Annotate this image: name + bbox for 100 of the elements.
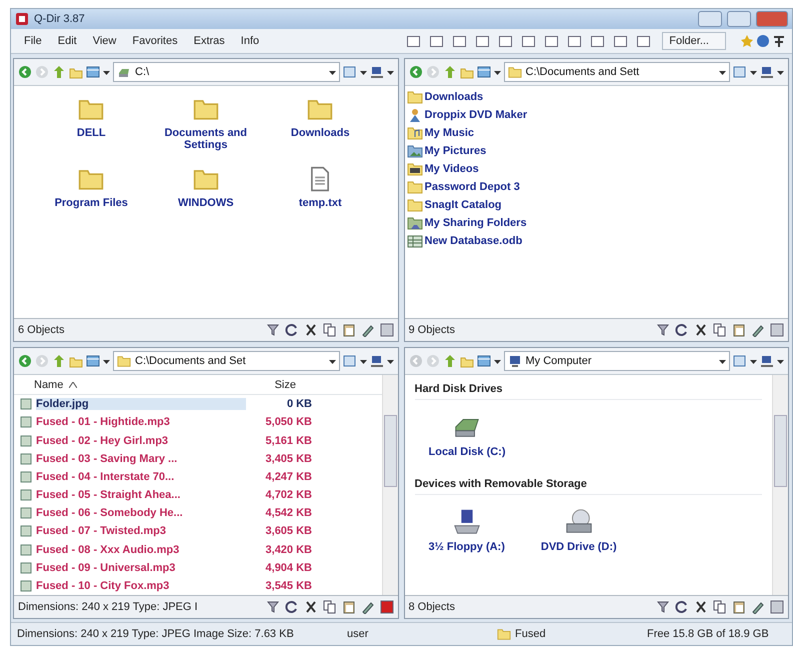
refresh-icon[interactable] xyxy=(284,600,298,614)
copy-icon[interactable] xyxy=(713,323,727,337)
pane-indicator-icon[interactable] xyxy=(770,600,784,614)
layout-icon[interactable] xyxy=(733,354,747,368)
back-icon[interactable] xyxy=(408,65,422,79)
layout-icon[interactable] xyxy=(591,36,604,46)
refresh-icon[interactable] xyxy=(284,323,298,337)
column-header[interactable]: Name xyxy=(34,378,64,391)
view-icon[interactable] xyxy=(476,354,490,368)
filter-icon[interactable] xyxy=(656,323,670,337)
file-name[interactable]: Fused - 04 - Interstate 70... xyxy=(36,470,246,483)
layout-icon[interactable] xyxy=(453,36,466,46)
menu-item[interactable]: Info xyxy=(234,33,266,49)
copy-icon[interactable] xyxy=(713,600,727,614)
properties-icon[interactable] xyxy=(360,600,374,614)
address-field[interactable]: C:\ xyxy=(113,62,340,82)
file-name[interactable]: Fused - 08 - Xxx Audio.mp3 xyxy=(36,544,246,556)
scrollbar[interactable] xyxy=(382,375,398,595)
paste-icon[interactable] xyxy=(732,323,746,337)
file-name[interactable]: My Sharing Folders xyxy=(424,217,527,229)
file-name[interactable]: Downloads xyxy=(290,127,350,139)
drive-name[interactable]: DVD Drive (D:) xyxy=(540,541,617,553)
filter-icon[interactable] xyxy=(266,323,280,337)
file-name[interactable]: DELL xyxy=(76,127,106,139)
file-name[interactable]: Password Depot 3 xyxy=(424,181,520,193)
drive-name[interactable]: Local Disk (C:) xyxy=(428,446,506,458)
cut-icon[interactable] xyxy=(694,323,708,337)
cut-icon[interactable] xyxy=(304,600,318,614)
back-icon[interactable] xyxy=(18,65,32,79)
file-name[interactable]: Documents and Settings xyxy=(148,127,263,151)
file-name[interactable]: New Database.odb xyxy=(424,235,522,247)
view-icon[interactable] xyxy=(86,354,100,368)
pane-indicator-icon[interactable] xyxy=(380,600,394,614)
layout-icon[interactable] xyxy=(342,354,356,368)
properties-icon[interactable] xyxy=(751,323,765,337)
cut-icon[interactable] xyxy=(304,323,318,337)
file-name[interactable]: Fused - 07 - Twisted.mp3 xyxy=(36,525,246,538)
file-name[interactable]: Fused - 03 - Saving Mary ... xyxy=(36,452,246,465)
folder-dropdown[interactable]: Folder... xyxy=(662,32,726,50)
filter-icon[interactable] xyxy=(266,600,280,614)
layout-icon[interactable] xyxy=(568,36,582,46)
file-name[interactable]: Downloads xyxy=(424,91,484,103)
menu-item[interactable]: Favorites xyxy=(125,33,185,49)
layout-icon[interactable] xyxy=(342,65,356,79)
paste-icon[interactable] xyxy=(342,323,356,337)
address-field[interactable]: C:\Documents and Set xyxy=(113,351,340,371)
address-field[interactable]: C:\Documents and Sett xyxy=(504,62,730,82)
layout-icon[interactable] xyxy=(407,36,420,46)
address-field[interactable]: My Computer xyxy=(504,351,730,371)
star-icon[interactable] xyxy=(740,34,754,48)
maximize-button[interactable] xyxy=(727,11,751,27)
file-name[interactable]: My Pictures xyxy=(424,145,486,157)
file-name[interactable]: SnagIt Catalog xyxy=(424,199,502,211)
file-name[interactable]: Droppix DVD Maker xyxy=(424,109,528,121)
paste-icon[interactable] xyxy=(732,600,746,614)
menu-item[interactable]: Extras xyxy=(186,33,232,49)
network-icon[interactable] xyxy=(370,354,384,368)
refresh-icon[interactable] xyxy=(675,323,689,337)
scrollbar[interactable] xyxy=(772,375,788,595)
file-name[interactable]: Fused - 10 - City Fox.mp3 xyxy=(36,580,246,592)
menu-item[interactable]: File xyxy=(17,33,49,49)
layout-icon[interactable] xyxy=(430,36,444,46)
network-icon[interactable] xyxy=(370,65,384,79)
properties-icon[interactable] xyxy=(360,323,374,337)
refresh-icon[interactable] xyxy=(675,600,689,614)
file-name[interactable]: Fused - 09 - Universal.mp3 xyxy=(36,562,246,574)
network-icon[interactable] xyxy=(760,65,774,79)
layout-icon[interactable] xyxy=(637,36,650,46)
layout-icon[interactable] xyxy=(522,36,536,46)
column-header[interactable]: Size xyxy=(234,378,296,391)
back-icon[interactable] xyxy=(18,354,32,368)
file-name[interactable]: Fused - 05 - Straight Ahea... xyxy=(36,489,246,502)
file-name[interactable]: temp.txt xyxy=(298,197,342,209)
view-icon[interactable] xyxy=(86,65,100,79)
pane-indicator-icon[interactable] xyxy=(380,323,394,337)
network-icon[interactable] xyxy=(760,354,774,368)
view-icon[interactable] xyxy=(476,65,490,79)
layout-icon[interactable] xyxy=(614,36,628,46)
file-name[interactable]: My Videos xyxy=(424,163,479,175)
layout-icon[interactable] xyxy=(499,36,512,46)
layout-icon[interactable] xyxy=(545,36,558,46)
file-name[interactable]: WINDOWS xyxy=(178,197,234,209)
layout-icon[interactable] xyxy=(733,65,747,79)
filter-icon[interactable] xyxy=(656,600,670,614)
copy-icon[interactable] xyxy=(322,323,336,337)
file-name[interactable]: My Music xyxy=(424,127,474,139)
file-name[interactable]: Fused - 06 - Somebody He... xyxy=(36,507,246,520)
cut-icon[interactable] xyxy=(694,600,708,614)
minimize-button[interactable] xyxy=(698,11,722,27)
pane-indicator-icon[interactable] xyxy=(770,323,784,337)
paste-icon[interactable] xyxy=(342,600,356,614)
copy-icon[interactable] xyxy=(322,600,336,614)
properties-icon[interactable] xyxy=(751,600,765,614)
layout-icon[interactable] xyxy=(476,36,490,46)
file-name[interactable]: Program Files xyxy=(54,197,128,209)
drive-name[interactable]: 3½ Floppy (A:) xyxy=(428,541,505,553)
file-name[interactable]: Fused - 01 - Hightide.mp3 xyxy=(36,416,246,428)
file-name[interactable]: Fused - 02 - Hey Girl.mp3 xyxy=(36,434,246,447)
file-name[interactable]: Folder.jpg xyxy=(36,398,246,410)
menu-item[interactable]: View xyxy=(86,33,124,49)
